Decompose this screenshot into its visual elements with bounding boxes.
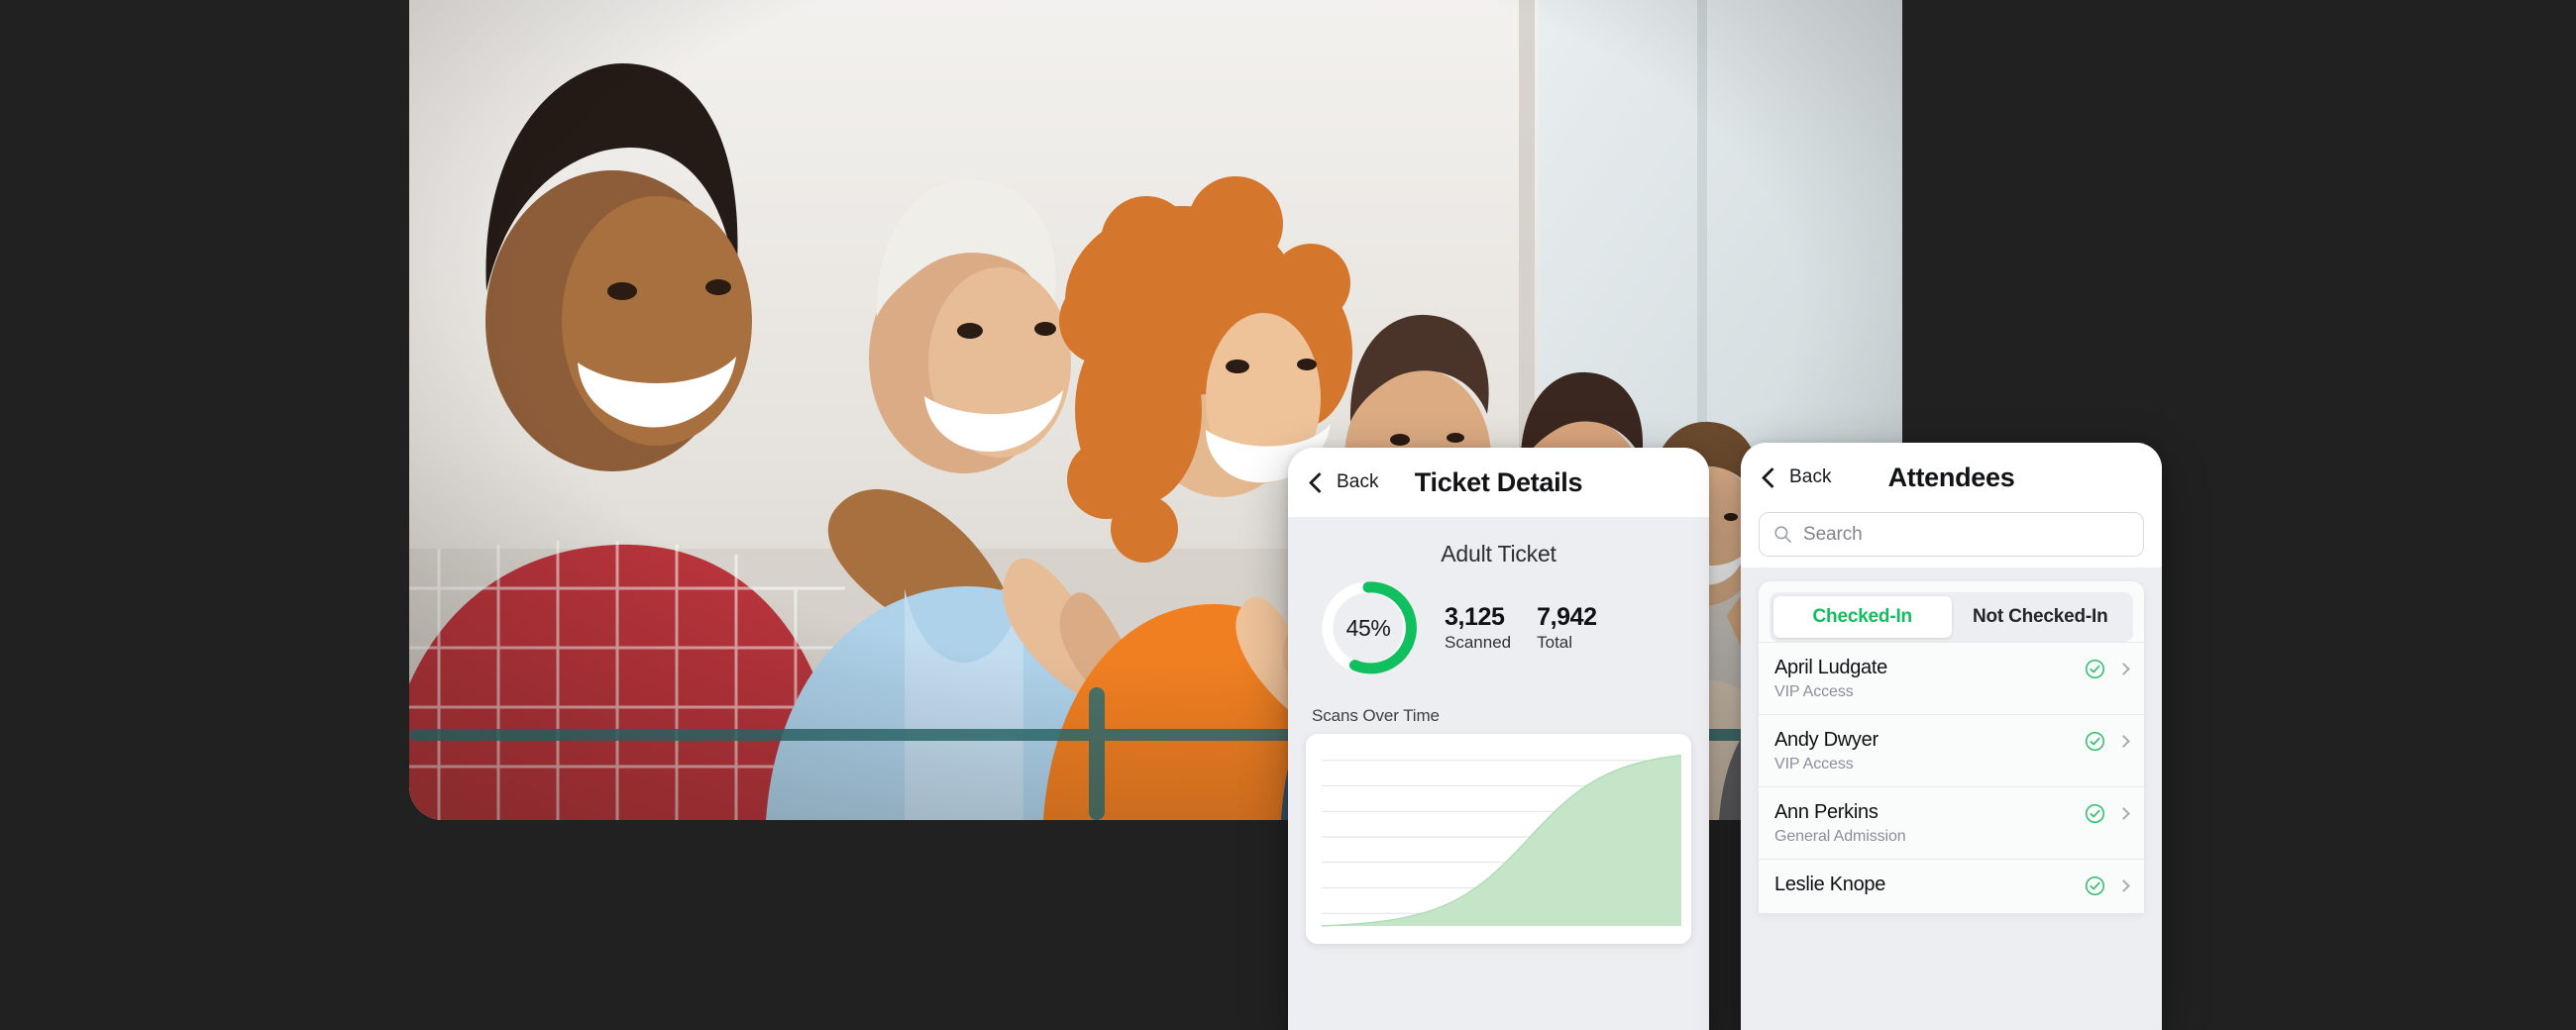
stat-scanned: 3,125 Scanned [1445, 603, 1511, 653]
ticket-details-body: Adult Ticket 45% 3,125 Scanned 7,942 Tot… [1288, 541, 1709, 944]
attendees-panel: Back Attendees Search Checked-In Not Che… [1741, 443, 2162, 1030]
chevron-right-icon [2117, 879, 2130, 892]
screen: Back Ticket Details Adult Ticket 45% 3,1… [0, 0, 2576, 1030]
attendee-name: Andy Dwyer [1774, 729, 1878, 751]
chevron-left-icon [1761, 466, 1783, 488]
attendee-row[interactable]: Leslie Knope [1759, 859, 2144, 913]
ticket-type-name: Adult Ticket [1441, 541, 1556, 566]
attendee-tier: General Admission [1774, 828, 1906, 845]
attendee-tier: VIP Access [1774, 683, 1854, 700]
search-input[interactable]: Search [1759, 512, 2144, 557]
attendee-row[interactable]: April Ludgate VIP Access [1759, 642, 2144, 714]
ticket-details-header: Back Ticket Details [1288, 448, 1709, 517]
stat-total: 7,942 Total [1537, 603, 1597, 653]
chevron-right-icon [2117, 735, 2130, 748]
attendee-texts: Leslie Knope [1774, 874, 2085, 900]
tab-checked-in[interactable]: Checked-In [1773, 596, 1952, 638]
scans-over-time-chart-card [1306, 734, 1691, 944]
chevron-left-icon [1308, 471, 1331, 493]
chart-area-fill [1321, 755, 1681, 926]
attendee-row-actions [2085, 729, 2130, 752]
stat-total-label: Total [1537, 632, 1573, 652]
attendee-name: April Ludgate [1774, 657, 1887, 678]
back-button-label: Back [1337, 471, 1379, 492]
check-circle-icon [2085, 731, 2105, 752]
attendee-row-actions [2085, 657, 2130, 679]
checkin-filter-tabs: Checked-In Not Checked-In [1770, 592, 2133, 642]
attendee-name: Ann Perkins [1774, 801, 1878, 823]
ticket-stats-row: 45% 3,125 Scanned 7,942 Total [1306, 577, 1691, 678]
attendees-header-top: Back Attendees [1759, 443, 2144, 512]
attendee-row[interactable]: Andy Dwyer VIP Access [1759, 714, 2144, 786]
tab-not-checked-in[interactable]: Not Checked-In [1952, 596, 2130, 638]
attendee-texts: April Ludgate VIP Access [1774, 657, 2085, 701]
chart-heading: Scans Over Time [1312, 706, 1440, 725]
attendee-texts: Ann Perkins General Admission [1774, 801, 2085, 846]
scans-over-time-section: Scans Over Time [1306, 706, 1691, 944]
stat-scanned-value: 3,125 [1445, 602, 1505, 631]
stat-total-value: 7,942 [1537, 602, 1597, 631]
attendee-row-actions [2085, 874, 2130, 896]
back-button[interactable]: Back [1761, 466, 1832, 488]
attendee-row-actions [2085, 801, 2130, 824]
scans-over-time-chart [1321, 754, 1681, 927]
attendee-row[interactable]: Ann Perkins General Admission [1759, 786, 2144, 859]
back-button[interactable]: Back [1308, 471, 1379, 493]
check-circle-icon [2085, 659, 2105, 679]
search-icon [1774, 526, 1791, 543]
attendees-header: Back Attendees Search [1741, 443, 2162, 567]
attendee-name: Leslie Knope [1774, 874, 1886, 895]
ticket-details-panel: Back Ticket Details Adult Ticket 45% 3,1… [1288, 448, 1709, 1030]
back-button-label: Back [1789, 466, 1832, 487]
chevron-right-icon [2117, 807, 2130, 820]
attendees-list-card: Checked-In Not Checked-In April Ludgate … [1759, 581, 2144, 913]
check-circle-icon [2085, 876, 2105, 896]
chevron-right-icon [2117, 663, 2130, 675]
scan-progress-donut: 45% [1318, 577, 1419, 678]
attendees-body: Checked-In Not Checked-In April Ludgate … [1741, 567, 2162, 913]
attendee-tier: VIP Access [1774, 756, 1854, 772]
attendee-texts: Andy Dwyer VIP Access [1774, 729, 2085, 773]
check-circle-icon [2085, 803, 2105, 824]
search-placeholder: Search [1803, 523, 1863, 545]
stat-scanned-label: Scanned [1445, 632, 1512, 652]
scan-percent-label: 45% [1345, 614, 1391, 641]
